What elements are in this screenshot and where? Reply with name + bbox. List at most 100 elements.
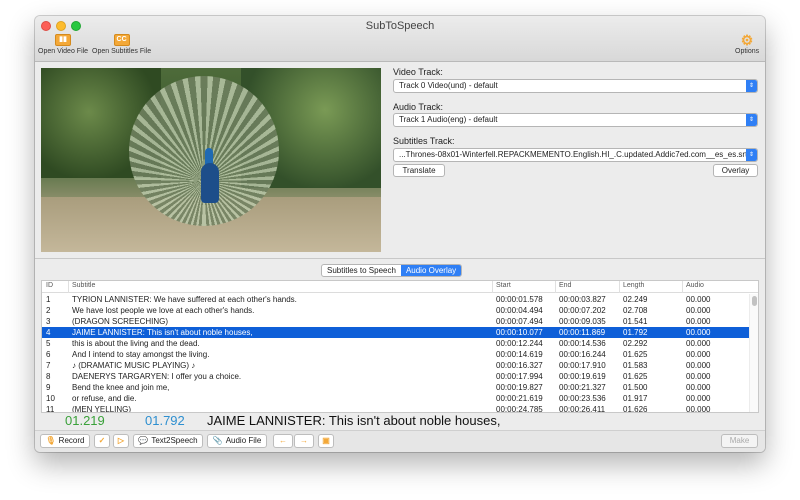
cell-length: 01.625 <box>623 350 648 359</box>
cell-subtitle: DAENERYS TARGARYEN: I offer you a choice… <box>72 372 242 381</box>
column-separator <box>555 281 556 293</box>
table-row[interactable]: 9 Bend the knee and join me, 00:00:19.827 0… <box>42 382 750 393</box>
current-subtitle-text: JAIME LANNISTER: This isn't about noble … <box>207 413 501 428</box>
cell-end: 00:00:21.327 <box>559 383 606 392</box>
chevron-updown-icon: ⇕ <box>746 149 757 161</box>
cell-end: 00:00:07.202 <box>559 306 606 315</box>
audio-file-button[interactable]: 📎 Audio File <box>207 434 267 448</box>
subtitles-table: ID Subtitle Start End Length Audio 1 TYRI… <box>41 280 759 413</box>
cell-id: 4 <box>46 328 51 337</box>
cell-audio: 00.000 <box>686 295 711 304</box>
video-preview[interactable] <box>41 68 381 252</box>
current-subtitle-start: 01.219 <box>65 413 105 428</box>
table-scrollbar[interactable] <box>749 294 758 412</box>
open-video-file-label: Open Video File <box>38 48 89 55</box>
video-track-label: Video Track: <box>393 67 443 77</box>
make-button[interactable]: Make <box>721 434 758 448</box>
tab-audio-overlay[interactable]: Audio Overlay <box>400 265 462 276</box>
play-button[interactable]: ▷ <box>113 434 129 448</box>
table-row[interactable]: 2 We have lost people we love at each oth… <box>42 305 750 316</box>
table-row[interactable]: 6 And I intend to stay amongst the living… <box>42 349 750 360</box>
cell-id: 2 <box>46 306 51 315</box>
column-separator <box>682 281 683 293</box>
scrollbar-thumb[interactable] <box>752 296 757 306</box>
mode-tabs: Subtitles to Speech Audio Overlay <box>321 264 463 277</box>
video-track-select[interactable]: Track 0 Video(und) - default ⇕ <box>393 79 758 93</box>
cell-end: 00:00:16.244 <box>559 350 606 359</box>
column-header-length[interactable]: Length <box>623 282 644 289</box>
audio-file-label: Audio File <box>225 436 262 445</box>
cell-subtitle: Bend the knee and join me, <box>72 383 170 392</box>
audio-track-select[interactable]: Track 1 Audio(eng) - default ⇕ <box>393 113 758 127</box>
speech-bubble-icon: 💬 <box>138 436 149 445</box>
cell-length: 01.626 <box>623 405 648 413</box>
table-row[interactable]: 1 TYRION LANNISTER: We have suffered at e… <box>42 294 750 305</box>
cell-length: 01.583 <box>623 361 648 370</box>
cell-subtitle: TYRION LANNISTER: We have suffered at ea… <box>72 295 297 304</box>
cell-audio: 00.000 <box>686 350 711 359</box>
text2speech-button[interactable]: 💬 Text2Speech <box>133 434 203 448</box>
cell-length: 01.625 <box>623 372 648 381</box>
options-button[interactable]: ⚙ Options <box>735 33 759 55</box>
cell-id: 10 <box>46 394 55 403</box>
panel-divider <box>35 258 765 259</box>
table-row[interactable]: 10 or refuse, and die. 00:00:21.619 00:00:2… <box>42 393 750 404</box>
video-frame-peacock-body <box>201 163 219 203</box>
cell-subtitle: And I intend to stay amongst the living. <box>72 350 210 359</box>
cell-length: 01.541 <box>623 317 648 326</box>
cell-end: 00:00:11.869 <box>559 328 606 337</box>
video-track-value: Track 0 Video(und) - default <box>399 81 498 90</box>
cell-start: 00:00:21.619 <box>496 394 543 403</box>
cell-start: 00:00:10.077 <box>496 328 543 337</box>
column-header-audio[interactable]: Audio <box>686 282 704 289</box>
table-row[interactable]: 5 this is about the living and the dead. 0… <box>42 338 750 349</box>
cell-id: 8 <box>46 372 51 381</box>
column-separator <box>619 281 620 293</box>
previous-button[interactable]: ← <box>273 434 293 448</box>
cell-end: 00:00:03.827 <box>559 295 606 304</box>
open-video-file-button[interactable]: ▮▮ Open Video File <box>38 34 88 55</box>
cell-id: 7 <box>46 361 51 370</box>
cell-end: 00:00:17.910 <box>559 361 606 370</box>
table-row[interactable]: 7 ♪ (DRAMATIC MUSIC PLAYING) ♪ 00:00:16.32… <box>42 360 750 371</box>
cell-subtitle: or refuse, and die. <box>72 394 137 403</box>
column-header-end[interactable]: End <box>559 282 571 289</box>
cell-subtitle: ♪ (DRAMATIC MUSIC PLAYING) ♪ <box>72 361 196 370</box>
table-row[interactable]: 8 DAENERYS TARGARYEN: I offer you a choic… <box>42 371 750 382</box>
tab-subtitles-to-speech[interactable]: Subtitles to Speech <box>322 265 401 276</box>
confirm-button[interactable]: ✓ <box>94 434 110 448</box>
cell-id: 3 <box>46 317 51 326</box>
cell-audio: 00.000 <box>686 394 711 403</box>
video-frame-button[interactable]: ▣ <box>318 434 334 448</box>
checkmark-icon: ✓ <box>98 436 106 445</box>
current-subtitle-length: 01.792 <box>145 413 185 428</box>
record-label: Record <box>58 436 85 445</box>
audio-track-value: Track 1 Audio(eng) - default <box>399 115 498 124</box>
cell-start: 00:00:04.494 <box>496 306 543 315</box>
table-row[interactable]: 11 (MEN YELLING) 00:00:24.785 00:00:26.411 0… <box>42 404 750 413</box>
video-frame-peacock-tail <box>129 76 279 226</box>
cell-end: 00:00:09.035 <box>559 317 606 326</box>
app-window: SubToSpeech ▮▮ Open Video File CC Open S… <box>35 16 765 452</box>
table-row[interactable]: 4 JAIME LANNISTER: This isn't about noble… <box>42 327 750 338</box>
translate-button[interactable]: Translate <box>393 164 445 177</box>
column-header-id[interactable]: ID <box>46 282 53 289</box>
text2speech-label: Text2Speech <box>151 436 198 445</box>
subtitles-track-select[interactable]: ...Thrones-08x01-Winterfell.REPACKMEMENT… <box>393 148 758 162</box>
column-header-subtitle[interactable]: Subtitle <box>72 282 95 289</box>
cell-subtitle: (DRAGON SCREECHING) <box>72 317 169 326</box>
cell-subtitle: (MEN YELLING) <box>72 405 131 413</box>
column-separator <box>492 281 493 293</box>
subtitles-track-value: ...Thrones-08x01-Winterfell.REPACKMEMENT… <box>399 150 748 159</box>
open-subtitles-file-button[interactable]: CC Open Subtitles File <box>92 34 151 55</box>
cell-id: 6 <box>46 350 51 359</box>
table-row[interactable]: 3 (DRAGON SCREECHING) 00:00:07.494 00:00:09… <box>42 316 750 327</box>
overlay-button[interactable]: Overlay <box>713 164 758 177</box>
cell-subtitle: this is about the living and the dead. <box>72 339 200 348</box>
next-button[interactable]: → <box>294 434 314 448</box>
paperclip-icon: 📎 <box>212 436 223 445</box>
column-header-start[interactable]: Start <box>496 282 511 289</box>
cell-length: 01.917 <box>623 394 648 403</box>
cell-audio: 00.000 <box>686 328 711 337</box>
record-button[interactable]: 🎙 Record <box>40 434 90 448</box>
